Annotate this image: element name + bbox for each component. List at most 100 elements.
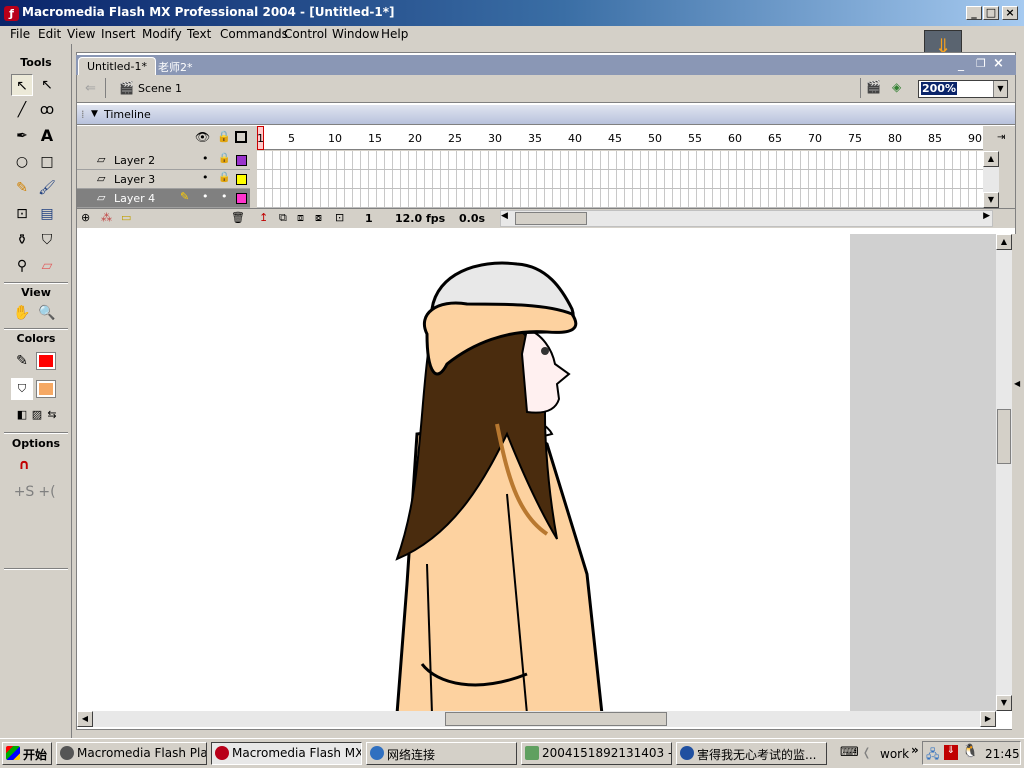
lock-icon[interactable]: 🔒 (217, 130, 231, 143)
layer-color-swatch[interactable] (236, 174, 247, 185)
menu-window[interactable]: Window (332, 27, 379, 41)
oval-tool-icon[interactable]: ○ (11, 151, 33, 173)
scroll-left-icon[interactable]: ◀ (501, 211, 508, 221)
pen-tool-icon[interactable]: ✒ (11, 125, 33, 147)
task-flash-mx[interactable]: Macromedia Flash MX P... (211, 742, 362, 765)
trash-icon[interactable]: 🗑 (231, 211, 245, 224)
network-tray-icon[interactable]: 🖧 (926, 745, 939, 766)
timeline-hscroll[interactable]: ◀ ▶ (500, 210, 993, 227)
eyedropper-tool-icon[interactable]: ⚲ (11, 255, 33, 277)
line-tool-icon[interactable]: ╱ (11, 99, 33, 121)
pencil-tool-icon[interactable]: ✎ (11, 177, 33, 199)
stage-vscroll[interactable]: ▲ ▼ (996, 234, 1012, 711)
frame-rate[interactable]: 12.0 fps (395, 212, 445, 225)
layer-row-layer-4[interactable]: ▱ Layer 4 ✎ • • (77, 189, 250, 208)
menu-file[interactable]: File (10, 27, 30, 41)
task-flash-player[interactable]: Macromedia Flash Play... (56, 742, 207, 765)
lock-icon[interactable]: 🔒 (218, 172, 230, 183)
visible-dot[interactable]: • (202, 190, 209, 203)
frame-row-layer-2[interactable] (257, 151, 983, 170)
edit-scene-icon[interactable]: 🎬 (866, 80, 881, 94)
zoom-tool-icon[interactable]: 🔍 (36, 302, 58, 324)
close-button[interactable]: × (1002, 6, 1018, 20)
outline-icon[interactable] (235, 131, 247, 143)
smooth-icon[interactable]: +S (13, 481, 35, 503)
doc-close-icon[interactable]: × (993, 56, 1004, 71)
ink-bottle-tool-icon[interactable]: ⚱ (11, 229, 33, 251)
insert-folder-icon[interactable]: ▭ (121, 211, 131, 224)
expand-panel-icon[interactable]: ◀ (1014, 379, 1020, 388)
timeline-vscroll[interactable]: ▲ ▼ (983, 151, 999, 208)
layer-color-swatch[interactable] (236, 155, 247, 166)
tab-teacher-2[interactable]: 老师2* (150, 57, 201, 75)
collapse-triangle-icon[interactable]: ▼ (91, 109, 98, 119)
fill-color-swatch[interactable] (36, 380, 56, 398)
visible-dot[interactable]: • (202, 152, 209, 165)
zoom-dropdown[interactable]: 200% ▼ (918, 80, 1008, 98)
gripper-icon[interactable]: ⁞ (81, 108, 85, 121)
visible-dot[interactable]: • (202, 171, 209, 184)
menu-help[interactable]: Help (381, 27, 408, 41)
free-transform-tool-icon[interactable]: ⊡ (11, 203, 33, 225)
scroll-thumb[interactable] (997, 409, 1011, 464)
straighten-icon[interactable]: +( (36, 481, 58, 503)
scroll-up-icon[interactable]: ▲ (983, 151, 999, 167)
layer-row-layer-3[interactable]: ▱ Layer 3 • 🔒 (77, 170, 250, 189)
scroll-thumb[interactable] (445, 712, 667, 726)
stage-hscroll[interactable]: ◀ ▶ (77, 711, 996, 727)
stage-canvas[interactable] (77, 234, 850, 711)
doc-restore-icon[interactable]: ❐ (976, 57, 986, 70)
frame-row-layer-3[interactable] (257, 170, 983, 189)
eraser-tool-icon[interactable]: ▱ (36, 255, 58, 277)
back-arrow-icon[interactable]: ⇐ (85, 81, 96, 96)
insert-layer-icon[interactable]: ⊕ (81, 211, 90, 224)
doc-minimize-icon[interactable]: _ (958, 57, 964, 71)
menu-edit[interactable]: Edit (38, 27, 61, 41)
snap-magnet-icon[interactable]: ∩ (13, 454, 35, 476)
onion-skin-icon[interactable]: ⧉ (279, 211, 287, 225)
maximize-button[interactable]: □ (983, 6, 999, 20)
onion-outlines-icon[interactable]: ⧈ (297, 211, 304, 225)
task-network-connections[interactable]: 网络连接 (366, 742, 517, 765)
menu-text[interactable]: Text (187, 27, 211, 41)
hand-tool-icon[interactable]: ✋ (11, 302, 33, 324)
eye-icon[interactable]: 👁 (195, 130, 210, 144)
lasso-tool-icon[interactable]: ꝏ (36, 99, 58, 121)
flash-app-icon[interactable]: ƒ (4, 6, 19, 21)
timeline-panel-header[interactable]: ⁞ ▼ Timeline (77, 105, 1015, 125)
center-frame-icon[interactable]: ↥ (259, 211, 268, 224)
menu-view[interactable]: View (67, 27, 95, 41)
menu-commands[interactable]: Commands (220, 27, 288, 41)
start-button[interactable]: 开始 (2, 742, 52, 765)
frame-view-menu-icon[interactable]: ⇥ (997, 132, 1005, 143)
menu-insert[interactable]: Insert (101, 27, 135, 41)
layer-color-swatch[interactable] (236, 193, 247, 204)
text-tool-icon[interactable]: A (36, 125, 58, 147)
arrow-tool-icon[interactable]: ↖ (11, 74, 33, 96)
frame-row-layer-4[interactable] (257, 189, 983, 208)
rectangle-tool-icon[interactable]: □ (36, 151, 58, 173)
brush-tool-icon[interactable]: 🖌 (36, 177, 58, 199)
keyboard-icon[interactable]: ⌨ (840, 745, 859, 760)
swap-colors-icon[interactable]: ⇆ (41, 404, 63, 426)
toolbar-chevron-icon[interactable]: » (911, 743, 919, 757)
scroll-left-icon[interactable]: ◀ (77, 711, 93, 727)
add-motion-guide-icon[interactable]: ⁂ (101, 211, 112, 224)
paint-bucket-tool-icon[interactable]: ⛉ (36, 229, 58, 251)
task-image-viewer[interactable]: 2004151892131403 - ... (521, 742, 672, 765)
modify-markers-icon[interactable]: ⊡ (335, 211, 344, 224)
tab-untitled-1[interactable]: Untitled-1* (78, 57, 156, 75)
scroll-right-icon[interactable]: ▶ (983, 211, 990, 221)
lock-icon[interactable]: 🔒 (218, 153, 230, 164)
scroll-thumb[interactable] (515, 212, 587, 225)
scroll-down-icon[interactable]: ▼ (983, 192, 999, 208)
chevron-down-icon[interactable]: ▼ (993, 81, 1007, 97)
menu-control[interactable]: Control (284, 27, 327, 41)
layer-row-layer-2[interactable]: ▱ Layer 2 • 🔒 (77, 151, 250, 170)
minimize-button[interactable]: _ (966, 6, 982, 20)
edit-symbols-icon[interactable]: ◈ (892, 80, 901, 94)
work-toolbar-label[interactable]: work (880, 747, 909, 761)
stroke-color-swatch[interactable] (36, 352, 56, 370)
qq-tray-icon[interactable]: 🐧 (962, 744, 978, 759)
task-browser[interactable]: 害得我无心考试的监... (676, 742, 827, 765)
